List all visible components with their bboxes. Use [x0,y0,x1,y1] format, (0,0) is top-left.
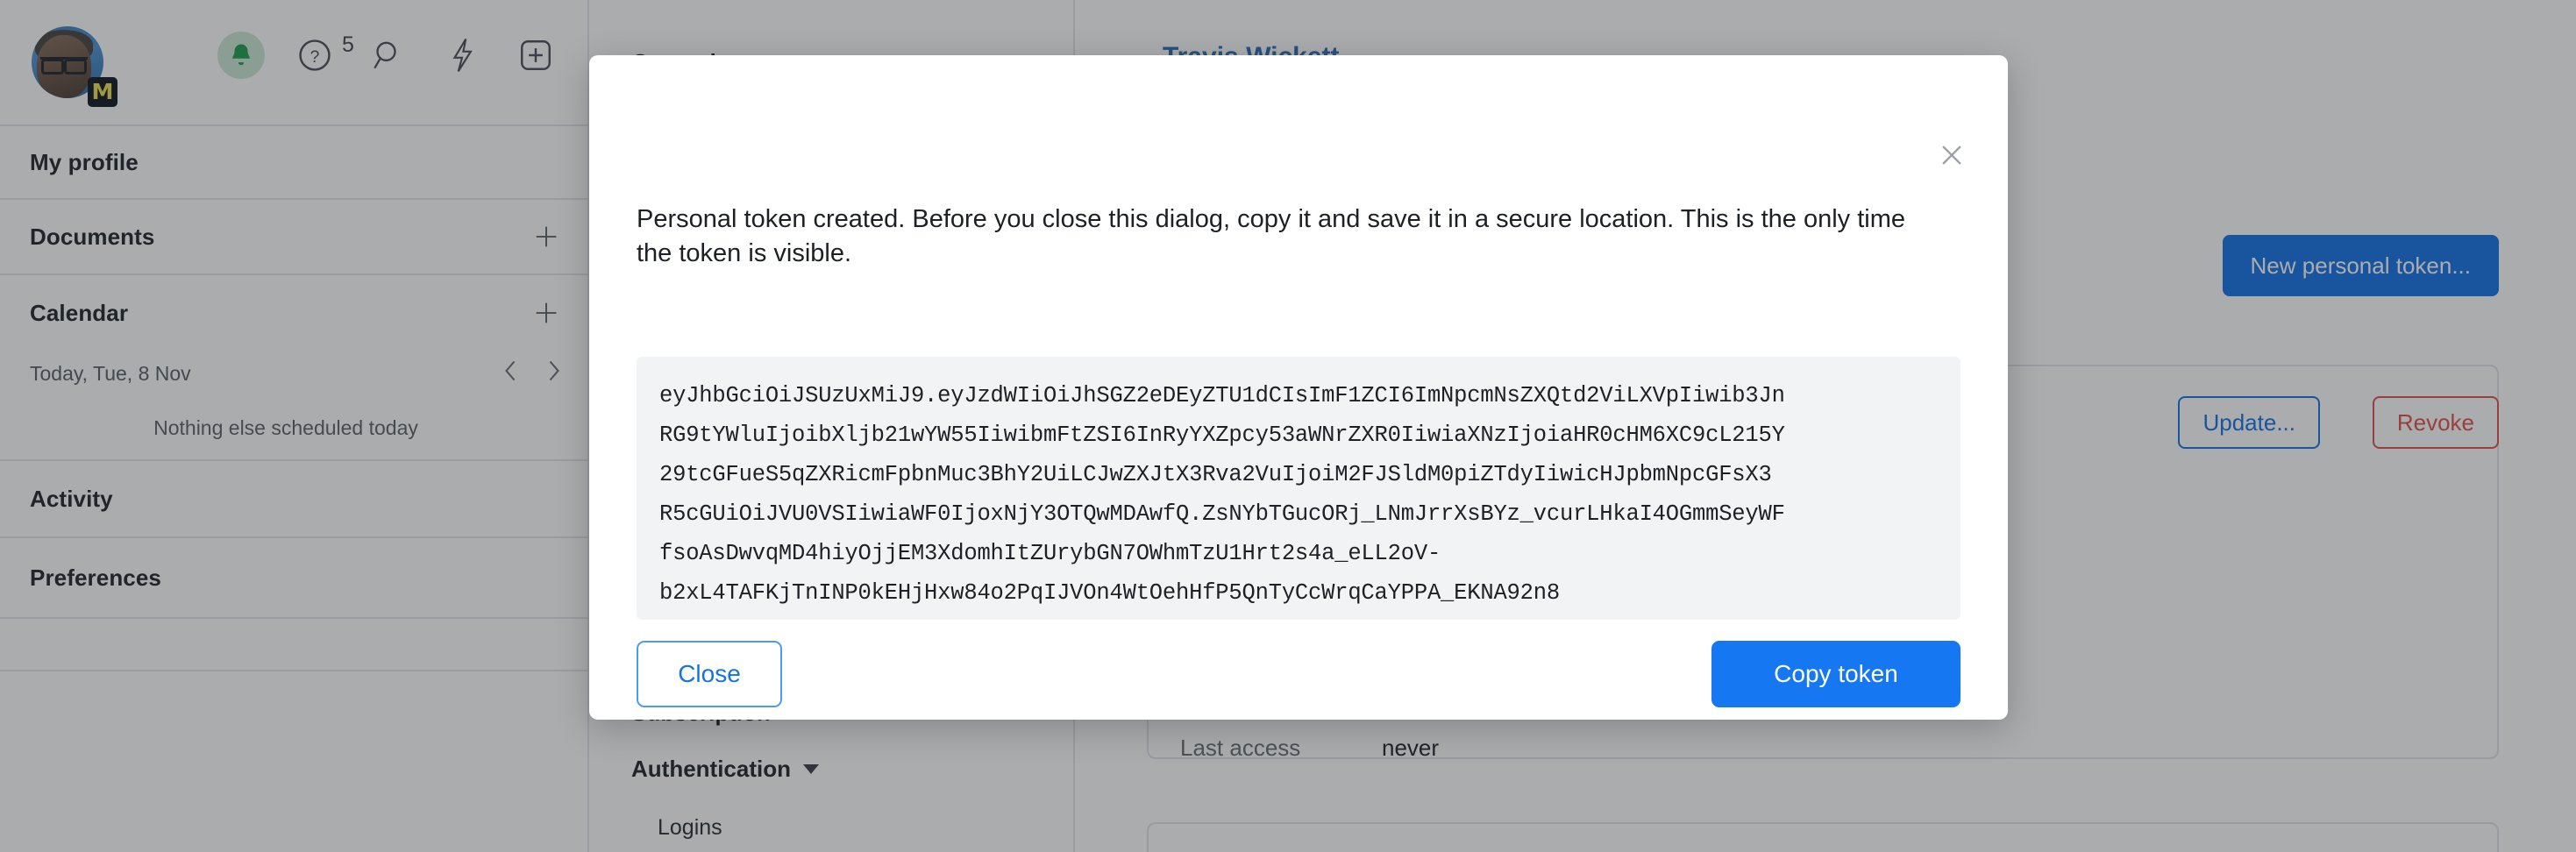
token-value-box[interactable]: eyJhbGciOiJSUzUxMiJ9.eyJzdWIiOiJhSGZ2eDE… [637,357,1960,620]
personal-token-dialog: Personal token created. Before you close… [589,55,2008,720]
token-line: R5cGUiOiJVU0VSIiwiaWF0IjoxNjY3OTQwMDAwfQ… [659,501,1785,527]
token-line: fsoAsDwvqMD4hiyOjjEM3XdomhItZUrybGN7OWhm… [659,541,1441,566]
token-line: eyJhbGciOiJSUzUxMiJ9.eyJzdWIiOiJhSGZ2eDE… [659,383,1785,408]
token-line: 29tcGFueS5qZXRicmFpbnMuc3BhY2UiLCJwZXJtX… [659,462,1772,487]
token-line: b2xL4TAFKjTnINP0kEHjHxw84o2PqIJVOn4WtOeh… [659,580,1560,606]
dialog-message: Personal token created. Before you close… [637,205,1906,267]
dialog-footer: Close Copy token [637,641,1960,707]
close-button[interactable]: Close [637,641,782,707]
close-icon[interactable] [1932,136,1971,174]
token-line: RG9tYWluIjoibXljb21wYW55IiwibmFtZSI6InRy… [659,422,1785,448]
app-root: M ? 5 My profile Documents Calendar Toda… [0,0,2576,852]
copy-token-button[interactable]: Copy token [1711,641,1960,707]
